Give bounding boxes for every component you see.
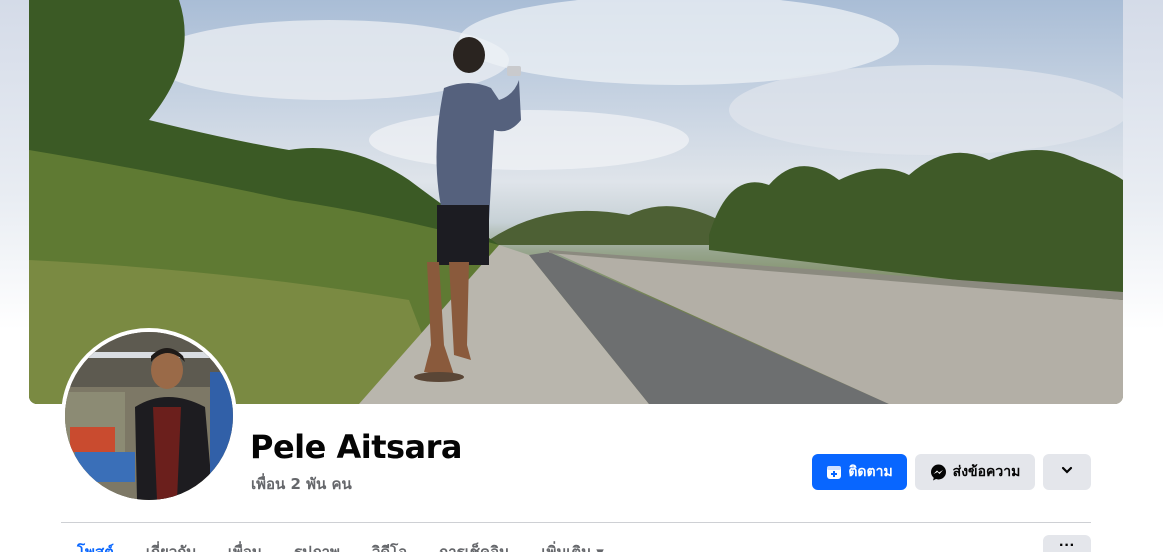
header-divider [61,522,1091,523]
message-label: ส่งข้อความ [952,464,1021,480]
profile-tabs: โพสต์ เกี่ยวกับ เพื่อน รูปภาพ วิดีโอ การ… [61,536,620,552]
avatar-photo [65,332,233,500]
tab-friends[interactable]: เพื่อน [212,536,278,552]
tab-about[interactable]: เกี่ยวกับ [130,536,212,552]
tab-overflow-button[interactable]: ··· [1043,535,1091,552]
chevron-down-icon [1060,463,1074,481]
tab-checkins[interactable]: การเช็คอิน [423,536,525,552]
messenger-icon [930,464,947,481]
follow-icon [826,464,842,480]
follow-label: ติดตาม [848,464,893,480]
friend-count[interactable]: เพื่อน 2 พัน คน [251,472,352,496]
tab-more[interactable]: เพิ่มเติม ▾ [525,536,619,552]
tab-posts[interactable]: โพสต์ [61,536,130,552]
more-actions-button[interactable] [1043,454,1091,490]
tab-videos[interactable]: วิดีโอ [356,536,423,552]
follow-button[interactable]: ติดตาม [812,454,907,490]
tab-photos[interactable]: รูปภาพ [278,536,356,552]
message-button[interactable]: ส่งข้อความ [915,454,1035,490]
profile-page: Pele Aitsara เพื่อน 2 พัน คน ติดตาม ส่งข… [0,0,1163,552]
profile-name: Pele Aitsara [250,428,463,466]
profile-avatar[interactable] [61,328,237,504]
